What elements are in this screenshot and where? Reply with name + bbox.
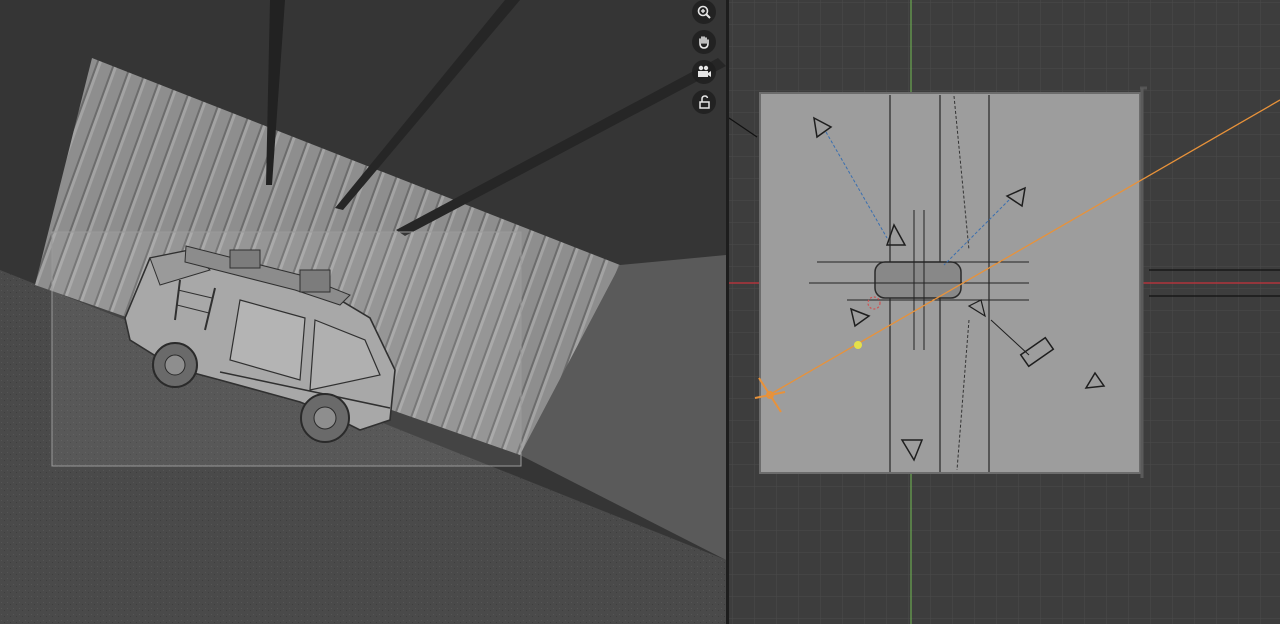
van-top [874,261,962,299]
camera-view-render [0,0,726,624]
camera-viewport[interactable] [0,0,726,624]
top-viewport[interactable] [729,0,1280,624]
navigation-gizmo [690,0,718,114]
hand-pan-icon[interactable] [692,30,716,54]
camera-view-icon[interactable] [692,60,716,84]
top-view-render [729,0,1280,624]
zoom-icon[interactable] [692,0,716,24]
lock-icon[interactable] [692,90,716,114]
point-light [854,341,862,349]
blender-window [0,0,1280,624]
